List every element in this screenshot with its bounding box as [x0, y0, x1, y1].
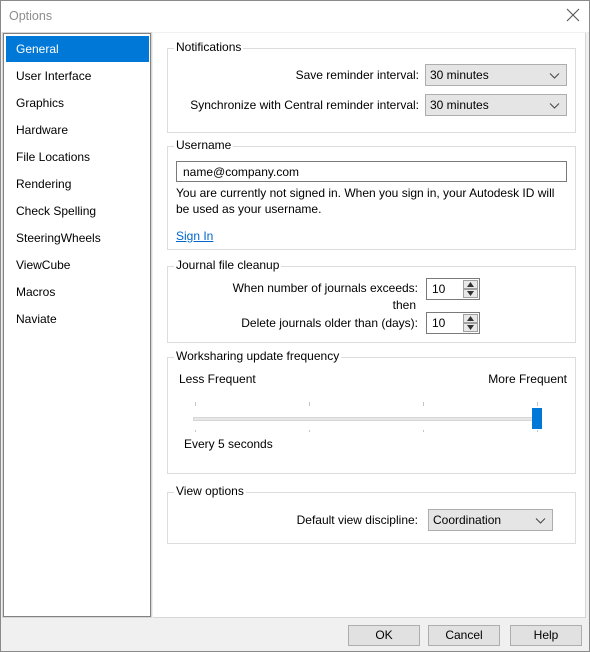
sidebar-item-file-locations[interactable]: File Locations	[6, 144, 149, 170]
slider-tick	[309, 430, 310, 432]
journals-exceeds-value: 10	[432, 282, 446, 296]
sidebar-item-rendering[interactable]: Rendering	[6, 171, 149, 197]
delete-journals-stepper[interactable]: 10	[426, 312, 480, 334]
sidebar-item-steeringwheels[interactable]: SteeringWheels	[6, 225, 149, 251]
chevron-down-icon	[549, 73, 560, 79]
sidebar-item-viewcube[interactable]: ViewCube	[6, 252, 149, 278]
spin-down-button[interactable]	[463, 323, 478, 332]
ok-button[interactable]: OK	[348, 625, 420, 646]
sync-reminder-value: 30 minutes	[430, 98, 489, 112]
notifications-group: Notifications Save reminder interval: 30…	[167, 40, 576, 133]
notifications-title: Notifications	[174, 40, 244, 54]
sync-reminder-dropdown[interactable]: 30 minutes	[425, 94, 567, 116]
delete-journals-label: Delete journals older than (days):	[241, 316, 418, 330]
chevron-down-icon	[535, 518, 546, 524]
view-options-group: View options Default view discipline: Co…	[167, 484, 576, 544]
arrow-down-icon	[467, 325, 474, 330]
sidebar-item-check-spelling[interactable]: Check Spelling	[6, 198, 149, 224]
view-discipline-label: Default view discipline:	[296, 513, 418, 527]
arrow-down-icon	[467, 291, 474, 296]
slider-tick	[195, 430, 196, 432]
slider-thumb[interactable]	[532, 408, 542, 429]
arrow-up-icon	[467, 282, 474, 287]
view-discipline-dropdown[interactable]: Coordination	[428, 509, 553, 531]
update-frequency-status: Every 5 seconds	[184, 437, 273, 451]
sidebar-item-user-interface[interactable]: User Interface	[6, 63, 149, 89]
save-reminder-value: 30 minutes	[430, 68, 489, 82]
journal-cleanup-group: Journal file cleanup When number of jour…	[167, 258, 576, 343]
cancel-button[interactable]: Cancel	[428, 625, 500, 646]
general-panel: Notifications Save reminder interval: 30…	[153, 33, 586, 618]
title-bar: Options	[1, 1, 589, 32]
arrow-up-icon	[467, 316, 474, 321]
category-list: General User Interface Graphics Hardware…	[2, 32, 152, 618]
slider-tick	[423, 402, 424, 406]
slider-tick	[423, 430, 424, 432]
sidebar-item-naviate[interactable]: Naviate	[6, 306, 149, 332]
sync-reminder-label: Synchronize with Central reminder interv…	[190, 98, 419, 112]
username-input[interactable]	[176, 161, 567, 182]
save-reminder-label: Save reminder interval:	[295, 68, 419, 82]
help-button[interactable]: Help	[510, 625, 582, 646]
update-frequency-slider[interactable]	[168, 358, 575, 473]
sign-in-link[interactable]: Sign In	[176, 229, 213, 243]
slider-tick	[309, 402, 310, 406]
chevron-down-icon	[549, 103, 560, 109]
sidebar-item-graphics[interactable]: Graphics	[6, 90, 149, 116]
spin-down-button[interactable]	[463, 289, 478, 298]
username-title: Username	[174, 138, 234, 152]
journals-exceeds-label: When number of journals exceeds:	[232, 281, 418, 295]
view-options-title: View options	[174, 484, 246, 498]
delete-journals-value: 10	[432, 316, 446, 330]
options-dialog: Options General User Interface Graphics …	[0, 0, 590, 652]
window-title: Options	[9, 9, 53, 23]
journals-exceeds-stepper[interactable]: 10	[426, 278, 480, 300]
sidebar-item-hardware[interactable]: Hardware	[6, 117, 149, 143]
slider-track[interactable]	[193, 417, 539, 421]
worksharing-group: Worksharing update frequency Less Freque…	[167, 349, 576, 474]
sidebar-item-macros[interactable]: Macros	[6, 279, 149, 305]
sidebar-item-general[interactable]: General	[6, 36, 149, 62]
slider-tick	[537, 430, 538, 432]
save-reminder-dropdown[interactable]: 30 minutes	[425, 64, 567, 86]
username-group: Username You are currently not signed in…	[167, 138, 576, 250]
slider-tick	[537, 402, 538, 406]
spin-up-button[interactable]	[463, 280, 478, 289]
close-icon[interactable]	[565, 7, 581, 23]
view-discipline-value: Coordination	[433, 513, 502, 527]
sign-in-info: You are currently not signed in. When yo…	[176, 186, 555, 216]
journal-title: Journal file cleanup	[174, 258, 282, 272]
slider-tick	[195, 402, 196, 406]
spin-up-button[interactable]	[463, 314, 478, 323]
then-label: then	[392, 298, 416, 312]
